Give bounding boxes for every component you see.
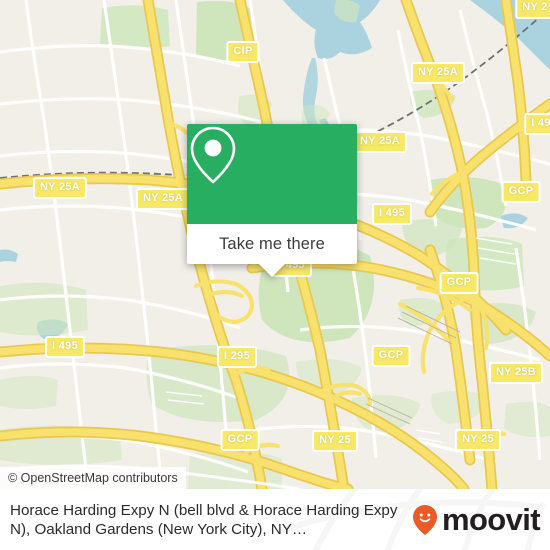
road-shield-gcp-3: GCP — [371, 345, 411, 367]
road-shield-i-295: I 295 — [217, 346, 257, 368]
road-shield-ny-25a-3: NY 25A — [32, 177, 88, 199]
map-canvas[interactable]: CIP NY 25A NY 2 NY 25A I 49 NY 25A NY 25A I 495… — [0, 0, 550, 489]
moovit-wordmark: moovit — [441, 502, 541, 537]
footer-bar: Horace Harding Expy N (bell blvd & Horac… — [0, 489, 550, 550]
stop-title: Horace Harding Expy N (bell blvd & Horac… — [10, 501, 398, 538]
footer-content: Horace Harding Expy N (bell blvd & Horac… — [0, 489, 550, 550]
moovit-logo[interactable]: moovit — [412, 502, 541, 537]
road-shield-ny-25-2: NY 25 — [455, 429, 501, 451]
road-shield-gcp-4: GCP — [220, 429, 260, 451]
road-shield-ny-25-clipped: NY 2 — [515, 0, 550, 19]
map-pin-icon — [190, 126, 236, 184]
take-me-there-button[interactable]: Take me there — [219, 235, 325, 254]
popup-header — [187, 124, 357, 224]
road-shield-cip: CIP — [226, 41, 260, 63]
popup-pointer-tail — [259, 264, 285, 277]
road-shield-i-495-clipped: I 49 — [524, 113, 550, 135]
road-shield-gcp-2: GCP — [439, 272, 479, 294]
attribution-text: © OpenStreetMap contributors — [8, 471, 178, 485]
road-shield-i-495-1: I 495 — [372, 203, 412, 225]
road-shield-ny-25a-2: NY 25A — [352, 131, 408, 153]
road-shield-gcp-1: GCP — [501, 181, 541, 203]
road-shield-ny-25a-1: NY 25A — [410, 62, 466, 84]
moovit-stop-map-page: CIP NY 25A NY 2 NY 25A I 49 NY 25A NY 25A I 495… — [0, 0, 550, 550]
stop-popup-card[interactable]: Take me there — [187, 124, 357, 277]
moovit-pin-smile-icon — [412, 504, 437, 535]
road-shield-ny-25a-4: NY 25A — [135, 188, 191, 210]
map-attribution[interactable]: © OpenStreetMap contributors — [0, 467, 186, 489]
road-shield-ny-25-1: NY 25 — [312, 430, 358, 452]
popup-footer: Take me there — [187, 224, 357, 277]
road-shield-i-495-3: I 495 — [45, 336, 85, 358]
road-shield-ny-25b: NY 25B — [488, 362, 544, 384]
